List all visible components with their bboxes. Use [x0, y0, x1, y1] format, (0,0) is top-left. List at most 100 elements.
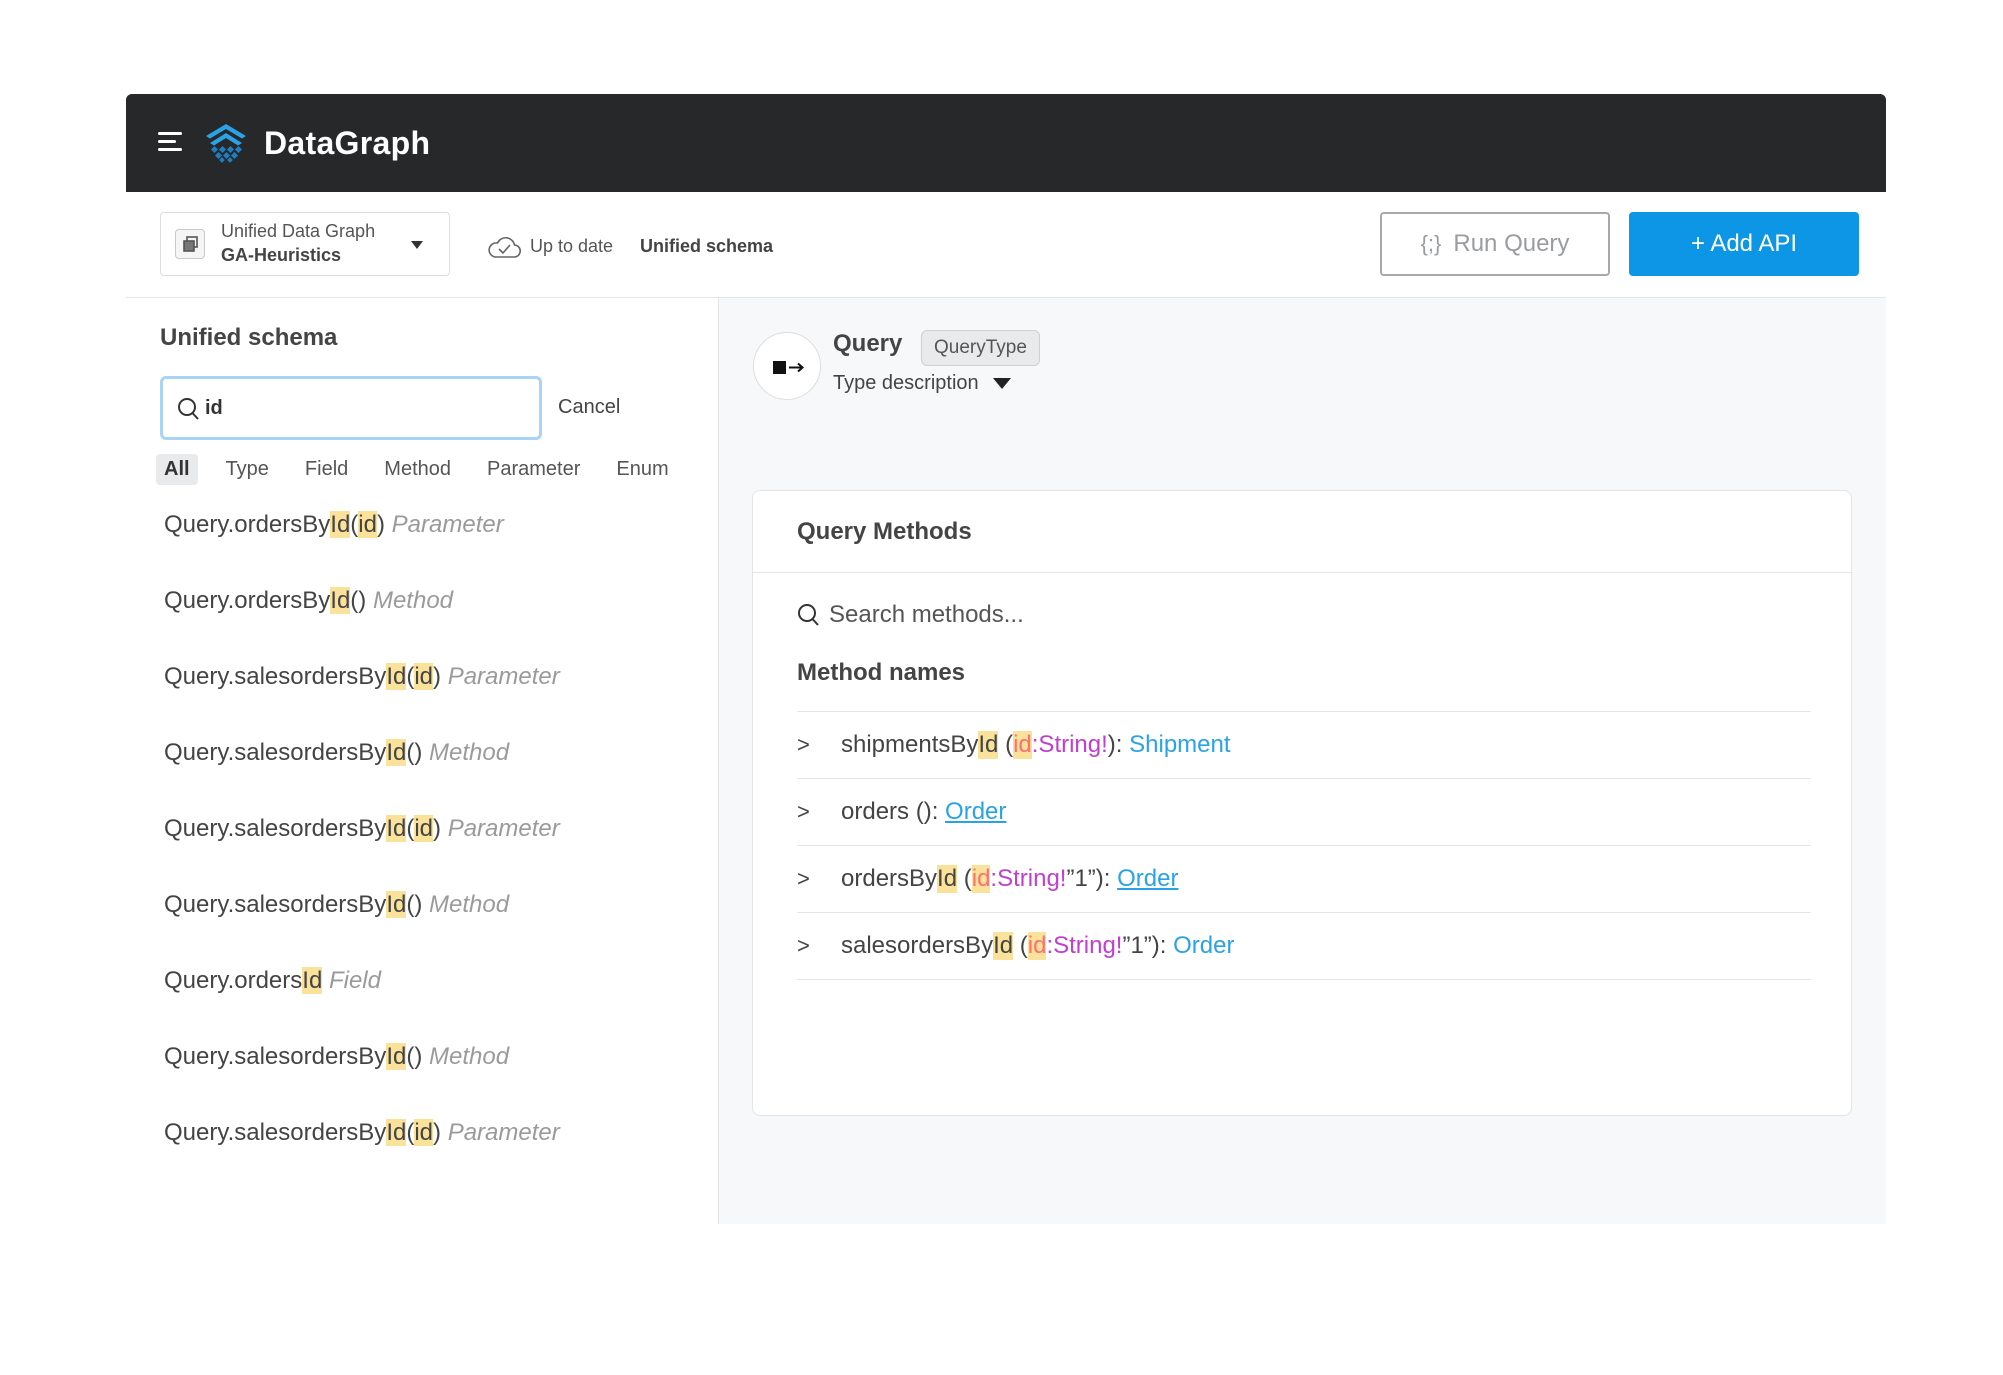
result-match-highlight: Id — [330, 511, 351, 538]
type-detail-panel: Query QueryType Type description Query M… — [719, 298, 1886, 1224]
result-match-highlight: Id — [386, 815, 407, 842]
chevron-right-icon[interactable]: > — [797, 866, 841, 892]
search-results: Query.ordersById(id) Parameter Query.orde… — [164, 508, 704, 1192]
chevron-right-icon[interactable]: > — [797, 799, 841, 825]
card-title: Query Methods — [753, 491, 1851, 573]
method-name-highlight: Id — [937, 865, 958, 893]
filter-tab-parameter[interactable]: Parameter — [479, 454, 588, 485]
result-close-paren: ) — [433, 1119, 442, 1146]
method-open-paren: ( — [1013, 932, 1028, 959]
result-path: Query.ordersBy — [164, 511, 331, 538]
schema-sidebar: Unified schema Cancel All Type Field Method… — [126, 298, 719, 1224]
method-open-paren: ( — [998, 731, 1014, 758]
result-kind: Parameter — [447, 815, 560, 842]
result-match-highlight: Id — [386, 739, 407, 766]
result-match-highlight: Id — [386, 663, 407, 690]
app-window: DataGraph Unified Data Graph GA-Heuristi… — [126, 94, 1886, 1224]
search-result-item[interactable]: Query.salesordersById() Method — [164, 736, 704, 812]
method-signature-tail: ): — [923, 798, 946, 825]
result-kind: Field — [328, 967, 381, 994]
method-name: shipmentsBy — [841, 731, 979, 758]
search-result-item[interactable]: Query.ordersId Field — [164, 964, 704, 1040]
method-return-type-link[interactable]: Order — [945, 798, 1006, 826]
schema-search[interactable] — [160, 376, 542, 440]
result-path: Query.salesordersBy — [164, 1119, 387, 1146]
method-row[interactable]: > ordersBy Id (id:String! ”1”): Order — [797, 846, 1811, 913]
cancel-search-button[interactable]: Cancel — [558, 396, 620, 419]
method-param-name: id — [1027, 932, 1047, 960]
method-name: orders — [841, 798, 910, 825]
run-query-button[interactable]: {;} Run Query — [1380, 212, 1610, 276]
result-match-highlight: Id — [386, 1119, 407, 1146]
result-kind: Parameter — [447, 1119, 560, 1146]
method-list: > shipmentsBy Id (id:String!): Shipment > or… — [797, 711, 1811, 980]
result-kind: Method — [429, 1043, 510, 1070]
filter-tab-method[interactable]: Method — [376, 454, 459, 485]
method-open-paren: ( — [957, 865, 972, 892]
search-result-item[interactable]: Query.salesordersById(id) Parameter — [164, 660, 704, 736]
result-close-paren: ) — [414, 1043, 423, 1070]
filter-tab-all[interactable]: All — [156, 454, 198, 485]
method-signature-tail: ”1”): — [1122, 932, 1174, 959]
method-row[interactable]: > salesordersBy Id (id:String! ”1”): Order — [797, 913, 1811, 980]
result-param-highlight: id — [414, 663, 434, 690]
method-return-type-link[interactable]: Order — [1117, 865, 1178, 893]
filter-tab-field[interactable]: Field — [297, 454, 356, 485]
method-return-type-link[interactable]: Shipment — [1129, 731, 1230, 759]
method-name: salesordersBy — [841, 932, 994, 959]
method-param-name: id — [971, 865, 991, 893]
result-kind: Parameter — [391, 511, 504, 538]
method-name-highlight: Id — [993, 932, 1014, 960]
sync-status: Up to date — [486, 232, 613, 260]
search-result-item[interactable]: Query.ordersById() Method — [164, 584, 704, 660]
type-description-toggle[interactable]: Type description — [833, 372, 1011, 395]
method-row[interactable]: > shipmentsBy Id (id:String!): Shipment — [797, 712, 1811, 779]
result-path: Query.salesordersBy — [164, 815, 387, 842]
chevron-right-icon[interactable]: > — [797, 732, 841, 758]
method-signature-tail: ): — [1107, 731, 1130, 758]
method-return-type-link[interactable]: Order — [1173, 932, 1234, 960]
result-close-paren: ) — [414, 739, 423, 766]
search-result-item[interactable]: Query.salesordersById(id) Parameter — [164, 1116, 704, 1192]
method-param-type: :String! — [1031, 731, 1108, 758]
top-bar: DataGraph — [126, 94, 1886, 192]
graph-selector-label: Unified Data Graph — [221, 221, 376, 241]
method-param-type: :String! — [990, 865, 1067, 892]
result-match-highlight: Id — [386, 891, 407, 918]
result-close-paren: ) — [433, 815, 442, 842]
method-names-title: Method names — [797, 659, 966, 686]
type-description-label: Type description — [833, 372, 979, 394]
datagraph-logo-icon — [206, 124, 246, 163]
method-name-highlight: Id — [978, 731, 999, 759]
method-name: ordersBy — [841, 865, 938, 892]
result-path: Query.salesordersBy — [164, 1043, 387, 1070]
result-path: Query.orders — [164, 967, 303, 994]
schema-search-input[interactable] — [205, 389, 525, 427]
method-row[interactable]: > orders (): Order — [797, 779, 1811, 846]
graph-selector-value: GA-Heuristics — [221, 245, 342, 265]
method-search-placeholder: Search methods... — [829, 601, 1024, 628]
chevron-right-icon[interactable]: > — [797, 933, 841, 959]
graph-selector[interactable]: Unified Data Graph GA-Heuristics — [160, 212, 450, 276]
filter-tabs: All Type Field Method Parameter Enum — [156, 454, 697, 485]
brand-name: DataGraph — [264, 125, 431, 161]
hamburger-icon[interactable] — [158, 130, 182, 154]
result-close-paren: ) — [414, 891, 423, 918]
method-param-type: :String! — [1046, 932, 1123, 959]
search-result-item[interactable]: Query.salesordersById(id) Parameter — [164, 812, 704, 888]
filter-tab-enum[interactable]: Enum — [608, 454, 676, 485]
filter-tab-type[interactable]: Type — [218, 454, 277, 485]
search-result-item[interactable]: Query.salesordersById() Method — [164, 1040, 704, 1116]
add-api-button[interactable]: + Add API — [1629, 212, 1859, 276]
result-close-paren: ) — [433, 663, 442, 690]
search-result-item[interactable]: Query.salesordersById() Method — [164, 888, 704, 964]
run-query-label: Run Query — [1453, 230, 1570, 257]
result-path: Query.salesordersBy — [164, 891, 387, 918]
result-kind: Method — [372, 587, 454, 614]
caret-down-icon — [411, 241, 423, 249]
sidebar-title: Unified schema — [160, 324, 338, 351]
method-search[interactable]: Search methods... — [797, 601, 1024, 629]
search-result-item[interactable]: Query.ordersById(id) Parameter — [164, 508, 704, 584]
result-param-highlight: id — [414, 815, 434, 842]
result-kind: Method — [429, 891, 510, 918]
